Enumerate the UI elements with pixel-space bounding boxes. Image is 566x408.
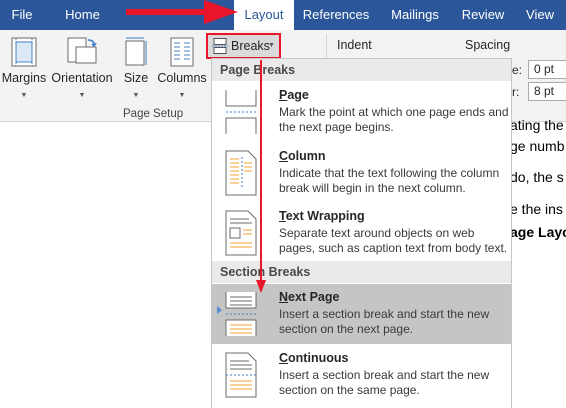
annotation-arrows <box>126 0 266 293</box>
arrow-to-layout-tab <box>126 0 238 24</box>
arrow-to-next-page <box>256 60 266 293</box>
